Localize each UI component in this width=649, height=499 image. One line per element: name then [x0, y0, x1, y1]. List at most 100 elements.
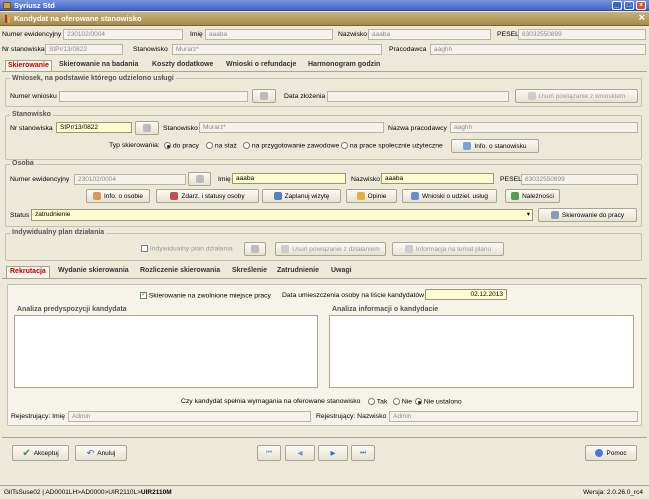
data-umieszczenia-label: Data umieszczenia osoby na liście kandyd… — [282, 292, 425, 299]
typ-przygotowanie-label: na przygotowanie zawodowe — [251, 142, 340, 150]
chevron-down-icon: ▾ — [526, 211, 530, 218]
stan-stan-field: Murarz* — [199, 122, 384, 133]
tab-skierowanie[interactable]: Skierowanie — [5, 60, 52, 71]
window-titlebar: Syriusz Std _ □ × — [0, 0, 649, 11]
status-bar: GllTsSuse02 | AD0001LH>AD0000>UIR2110L>U… — [0, 485, 649, 499]
close-window-icon[interactable]: × — [636, 1, 646, 10]
stan-nr-input[interactable]: StPr/13/0822 — [56, 122, 132, 133]
tab-uwagi[interactable]: Uwagi — [328, 266, 355, 278]
unlink-wniosek-button[interactable]: Usuń powiązanie z wnioskiem — [515, 89, 638, 103]
ipd-select-button[interactable] — [244, 242, 266, 256]
nr-ewid-label: Numer ewidencyjny — [2, 31, 62, 38]
zwolnione-checkbox[interactable] — [140, 290, 147, 299]
radio-na-staz[interactable] — [206, 142, 213, 149]
tab-wnioski-o-refundacje[interactable]: Wnioski o refundacje — [224, 60, 298, 71]
stan-nr-label: Nr stanowiska — [10, 125, 53, 132]
tab-zatrudnienie[interactable]: Zatrudnienie — [274, 266, 322, 278]
info-stanowisko-button[interactable]: Info. o stanowisku — [451, 139, 539, 153]
last-record-button[interactable]: ⏭ — [351, 445, 375, 461]
skierowanie-do-pracy-button[interactable]: Skierowanie do pracy — [538, 208, 637, 222]
typ-option-do-pracy[interactable]: do pracy — [164, 142, 199, 149]
tab-harmonogram-godzin[interactable]: Harmonogram godzin — [306, 60, 382, 71]
folder-icon — [410, 192, 419, 200]
check-icon: ✔ — [22, 447, 31, 459]
typ-option-na-staz[interactable]: na staż — [206, 142, 237, 149]
osoba-imie-label: Imię — [218, 176, 231, 183]
zwolnione-checkbox-row[interactable]: Skierowanie na zwolnione miejsce pracy — [140, 290, 271, 299]
close-dialog-icon[interactable]: × — [639, 13, 645, 24]
pomoc-button[interactable]: Pomoc — [585, 445, 637, 461]
answer-nie[interactable]: Nie — [393, 398, 412, 405]
maximize-icon[interactable]: □ — [624, 1, 634, 10]
top-nr-ewid-field: 230102/0004 — [63, 29, 183, 40]
info-osoba-label: Info. o osobie — [103, 192, 144, 200]
analiza-predyspozycji-title: Analiza predyspozycji kandydata — [17, 306, 127, 313]
imie-label: Imię — [190, 31, 203, 38]
select-wniosek-button[interactable] — [252, 89, 276, 103]
typ-option-prace-spoleczne[interactable]: na prace społecznie użyteczne — [341, 142, 443, 149]
answer-nie-ustalono[interactable]: Nie ustalono — [415, 398, 462, 405]
osoba-nazwisko-label: Nazwisko — [351, 176, 381, 183]
radio-przygotowanie[interactable] — [243, 142, 250, 149]
document-icon — [143, 124, 151, 132]
wymagania-question: Czy kandydat spełnia wymagania na oferow… — [181, 398, 361, 405]
analiza-informacji-textarea[interactable] — [329, 315, 634, 388]
anuluj-label: Anuluj — [97, 449, 116, 457]
ipd-group-title: Indywidualny plan działania — [10, 229, 107, 236]
tab-skierowanie-na-badania[interactable]: Skierowanie na badania — [57, 60, 140, 71]
opinie-button[interactable]: Opinie — [346, 189, 397, 203]
radio-nie-ustalono[interactable] — [415, 398, 422, 405]
rej-imie-field: Admin — [68, 411, 311, 422]
anuluj-button[interactable]: ↶ Anuluj — [75, 445, 127, 461]
app-icon — [3, 2, 11, 9]
dialog-title: Kandydat na oferowane stanowisko — [14, 14, 142, 23]
top-pracodawca-field: aaghh — [430, 44, 646, 55]
prev-record-button[interactable]: ◀ — [285, 445, 315, 461]
select-stanowisko-button[interactable] — [135, 121, 159, 135]
analiza-predyspozycji-textarea[interactable] — [14, 315, 318, 388]
last-icon: ⏭ — [360, 449, 366, 456]
pesel-label: PESEL — [497, 31, 519, 38]
info-osoba-button[interactable]: Info. o osobie — [86, 189, 150, 203]
ipd-unlink-button[interactable]: Usuń powiązanie z działaniem — [275, 242, 386, 256]
radio-prace-spoleczne[interactable] — [341, 142, 348, 149]
radio-nie[interactable] — [393, 398, 400, 405]
info-stanowisko-label: Info. o stanowisku — [474, 142, 527, 150]
first-record-button[interactable]: ⏮ — [257, 445, 281, 461]
stan-prac-label: Nazwa pracodawcy — [388, 125, 447, 132]
data-umieszczenia-input[interactable]: 02.12.2013 — [425, 289, 507, 300]
minimize-icon[interactable]: _ — [612, 1, 622, 10]
ipd-info-button[interactable]: Informacja na temat planu — [392, 242, 504, 256]
radio-do-pracy[interactable] — [164, 142, 171, 149]
typ-option-przygotowanie[interactable]: na przygotowanie zawodowe — [243, 142, 339, 149]
naleznosci-button[interactable]: Należności — [505, 189, 560, 203]
status-select[interactable]: zatrudnienie ▾ — [31, 209, 533, 221]
money-icon — [511, 192, 520, 200]
next-record-button[interactable]: ▶ — [318, 445, 348, 461]
info-icon — [463, 142, 472, 150]
ipd-checkbox[interactable] — [141, 245, 148, 252]
akceptuj-button[interactable]: ✔ Akceptuj — [12, 445, 69, 461]
tab-skreslenie[interactable]: Skreślenie — [229, 266, 270, 278]
tab-rekrutacja[interactable]: Rekrutacja — [6, 266, 50, 278]
tab-koszty-dodatkowe[interactable]: Koszty dodatkowe — [150, 60, 215, 71]
document-icon — [260, 92, 268, 100]
ipd-checkbox-row[interactable]: Indywidualny plan działania — [141, 245, 233, 252]
zdarzenia-button[interactable]: Zdarz. i statusy osoby — [156, 189, 259, 203]
stanowisko-label: Stanowisko — [133, 46, 168, 53]
stanowisko-group-title: Stanowisko — [10, 111, 53, 118]
osoba-imie-input[interactable]: aaaba — [232, 173, 346, 184]
answer-tak[interactable]: Tak — [368, 398, 387, 405]
wnioski-uslug-button[interactable]: Wnioski o udziel. usług — [402, 189, 497, 203]
tab-rozliczenie-skierowania[interactable]: Rozliczenie skierowania — [137, 266, 223, 278]
stan-stan-label: Stanowisko — [163, 125, 198, 132]
radio-tak[interactable] — [368, 398, 375, 405]
zaplanuj-wizyte-button[interactable]: Zaplanuj wizytę — [262, 189, 341, 203]
wniosek-group-title: Wniosek, na podstawie którego udzielono … — [10, 75, 176, 82]
tab-wydanie-skierowania[interactable]: Wydanie skierowania — [55, 266, 132, 278]
status-path-prefix: GllTsSuse02 | AD0001LH>AD0000>UIR2110L> — [4, 489, 141, 496]
select-osoba-button[interactable] — [188, 172, 211, 186]
osoba-nazwisko-input[interactable]: aaaba — [381, 173, 494, 184]
help-icon — [595, 449, 604, 457]
stan-prac-field: aaghh — [450, 122, 638, 133]
